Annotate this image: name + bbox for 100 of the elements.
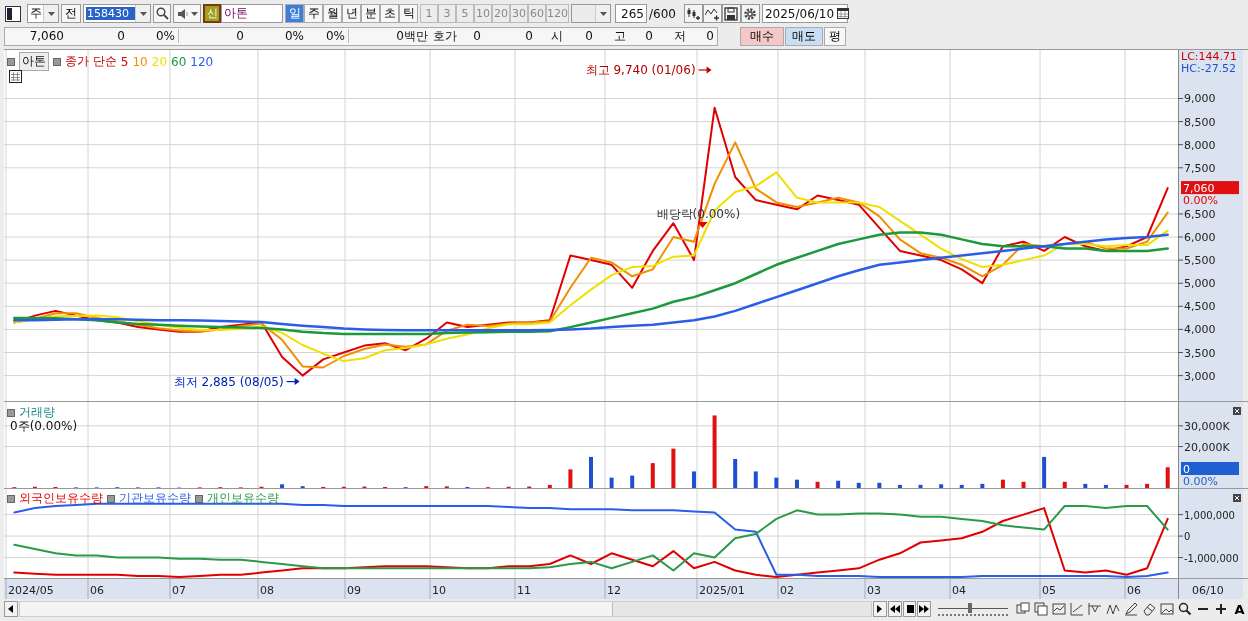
series-label: 60 <box>171 54 187 69</box>
hc-label: HC:-27.52 <box>1181 63 1237 75</box>
calendar-button[interactable] <box>837 6 850 21</box>
add-candle-button[interactable] <box>683 4 703 23</box>
axis-label: 8,500 <box>1184 115 1216 129</box>
quote-text: 시 <box>550 27 564 45</box>
period-tab[interactable]: 월 <box>323 4 342 23</box>
axis-label: 10 <box>432 584 446 597</box>
axis-label: 05 <box>1042 584 1056 597</box>
quote-text: 0 <box>472 29 482 43</box>
axis-label: 12 <box>607 584 621 597</box>
new-badge: 신 <box>203 4 221 23</box>
close-icon[interactable] <box>1233 407 1241 415</box>
volume-bar <box>794 479 799 488</box>
period-tab[interactable]: 일 <box>285 4 304 23</box>
candle-plus-icon <box>686 6 701 21</box>
forward-icon <box>919 605 930 613</box>
legend-marker <box>7 408 15 417</box>
search-icon <box>155 7 169 20</box>
axis-label: 11 <box>517 584 531 597</box>
volume-bar <box>609 477 614 488</box>
left-arrow-icon <box>8 605 14 613</box>
scroll-right-button[interactable] <box>872 601 887 617</box>
axis-label: 5,000 <box>1184 277 1216 291</box>
axis-label: 08 <box>260 584 274 597</box>
quote-text: 0 <box>235 29 245 43</box>
line-plus-icon <box>705 6 720 21</box>
market-dropdown[interactable]: 주 <box>27 4 59 23</box>
period-tab[interactable]: 년 <box>342 4 361 23</box>
volume-bar <box>1021 481 1026 488</box>
volume-bar <box>856 482 861 488</box>
axis-label: 6,000 <box>1184 231 1216 245</box>
trend-line-icon <box>1070 602 1085 616</box>
quote-text: 0 <box>644 29 654 43</box>
caret-icon <box>139 11 147 16</box>
volume-bar <box>671 448 676 488</box>
panel-icon[interactable] <box>5 5 21 22</box>
name-field[interactable]: 아톤 <box>221 4 283 23</box>
speaker-button[interactable] <box>173 4 201 23</box>
volume-bar <box>568 469 573 488</box>
annotation-arrow <box>698 66 712 74</box>
series-label: 20 <box>151 54 168 69</box>
series-label: 외국인보유수량 <box>19 490 103 507</box>
prev-button[interactable]: 전 <box>61 4 81 23</box>
buy-button[interactable]: 매수 <box>740 26 784 46</box>
volume-bar <box>877 482 882 488</box>
search-button[interactable] <box>1177 600 1194 618</box>
search-button[interactable] <box>153 4 171 23</box>
right-arrow-icon <box>877 605 883 613</box>
quote-text: 0백만 <box>395 27 429 45</box>
slider-thumb[interactable] <box>967 602 972 613</box>
zoom-slider[interactable] <box>938 602 1008 616</box>
period-tab[interactable]: 틱 <box>399 4 418 23</box>
scrollbar-thumb[interactable] <box>611 602 871 616</box>
scroll-left-button[interactable] <box>4 601 18 617</box>
calendar-icon <box>837 8 850 19</box>
axis-label: 09 <box>347 584 361 597</box>
rewind-icon <box>889 605 900 613</box>
quote-text: 0 <box>584 29 594 43</box>
eraser-icon <box>1142 602 1157 616</box>
period-tab[interactable]: 초 <box>380 4 399 23</box>
caret-icon <box>599 11 607 16</box>
windows-button[interactable] <box>1033 600 1050 618</box>
channel-button[interactable] <box>1087 600 1104 618</box>
forward-button[interactable] <box>917 601 932 617</box>
font-button[interactable]: A <box>1231 600 1248 618</box>
volume-bar <box>836 480 841 488</box>
count-field[interactable]: 265 <box>615 4 647 23</box>
stop-button[interactable] <box>902 601 917 617</box>
axis-label: 6,500 <box>1184 207 1216 221</box>
chart-window-button[interactable] <box>1051 600 1068 618</box>
volume-bar <box>774 477 779 488</box>
axis-label: 4,000 <box>1184 323 1216 337</box>
legend-marker <box>107 494 115 503</box>
axis-label: 8,000 <box>1184 138 1216 152</box>
rewind-button[interactable] <box>887 601 902 617</box>
pencil-button[interactable] <box>1123 600 1140 618</box>
axis-label: 06 <box>90 584 104 597</box>
period-tab[interactable]: 주 <box>304 4 323 23</box>
volume-reading: 0주(0.00%) <box>10 418 78 435</box>
trend-line-button[interactable] <box>1069 600 1086 618</box>
table-icon[interactable] <box>9 70 22 83</box>
quote-text: 0 <box>705 29 715 43</box>
search-icon <box>1178 602 1193 616</box>
symbol-label[interactable]: 아톤 <box>19 52 49 71</box>
image-button[interactable] <box>1159 600 1176 618</box>
legend-marker <box>7 57 15 66</box>
axis-label: -1,000,000 <box>1184 552 1239 564</box>
sell-button[interactable]: 매도 <box>785 26 823 46</box>
quote-text: 고 <box>613 27 627 45</box>
date-field[interactable]: 2025/06/10 <box>761 4 848 23</box>
annotation-label: 최저 2,885 (08/05) <box>173 374 284 389</box>
average-button[interactable]: 평 <box>824 26 846 46</box>
code-field[interactable]: 158430 <box>83 4 151 23</box>
axis-label: 06 <box>1127 584 1141 597</box>
wave-icon <box>1106 602 1121 616</box>
period-tab[interactable]: 분 <box>361 4 380 23</box>
volume-bar <box>1165 467 1170 488</box>
close-icon[interactable] <box>1233 494 1241 502</box>
axis-label: 04 <box>952 584 966 597</box>
